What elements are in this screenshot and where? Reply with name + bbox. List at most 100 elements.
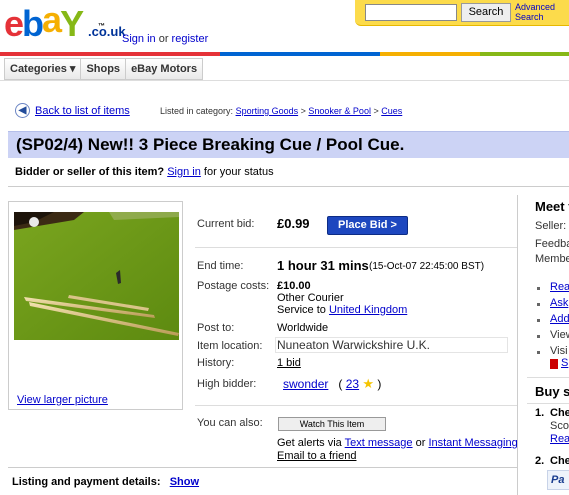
signin-link[interactable]: Sign in xyxy=(122,33,156,45)
feedback-score-link[interactable]: 23 xyxy=(346,377,359,391)
signin-area: Sign in or register xyxy=(122,33,208,45)
status-question: Bidder or seller of this item? xyxy=(15,166,165,178)
end-time-label: End time: xyxy=(197,260,244,272)
back-to-list-link[interactable]: Back to list of items xyxy=(35,105,130,117)
step1-text: Sco xyxy=(550,420,569,432)
history-label: History: xyxy=(197,357,235,369)
bullet xyxy=(537,351,540,354)
search-input[interactable] xyxy=(365,4,457,21)
bullet xyxy=(537,287,540,290)
logo-letter-y: Y xyxy=(60,3,84,44)
service-to: Service to United Kingdom xyxy=(277,304,407,316)
postage-label: Postage costs: xyxy=(197,280,270,292)
detail-divider xyxy=(195,405,517,406)
instant-messaging-link[interactable]: Instant Messaging xyxy=(428,437,517,449)
post-to-label: Post to: xyxy=(197,322,235,334)
service-to-label: Service to xyxy=(277,304,326,316)
feedback-close-paren: ) xyxy=(377,377,382,391)
alerts-line: Get alerts via Text message or Instant M… xyxy=(277,437,518,449)
breadcrumb-label: Listed in category: xyxy=(160,106,234,116)
postage-service: Other Courier xyxy=(277,292,344,304)
breadcrumb-separator: > xyxy=(300,106,306,116)
bid-history-link[interactable]: 1 bid xyxy=(277,357,301,369)
sidebar-link-ask[interactable]: Ask xyxy=(550,297,568,309)
high-bidder: swonder ( 23 ★ ) xyxy=(283,376,381,392)
title-bar: (SP02/4) New!! 3 Piece Breaking Cue / Po… xyxy=(8,131,569,158)
end-time-date: (15-Oct-07 22:45:00 BST) xyxy=(369,261,485,272)
star-icon: ★ xyxy=(362,376,375,391)
column-divider xyxy=(517,195,518,495)
alerts-or: or xyxy=(415,437,426,449)
item-photo[interactable] xyxy=(14,212,179,340)
high-bidder-label: High bidder: xyxy=(197,378,257,390)
store-link[interactable]: S xyxy=(561,357,568,369)
back-to-list[interactable]: ◀ Back to list of items xyxy=(15,103,130,118)
sidebar-text-view: View xyxy=(550,329,569,341)
tab-ebay-motors[interactable]: eBay Motors xyxy=(126,59,202,79)
status-suffix: for your status xyxy=(203,166,274,178)
search-box: Search Advanced Search xyxy=(355,0,569,26)
tab-categories[interactable]: Categories ▾ xyxy=(5,59,82,79)
pool-cue-photo xyxy=(14,212,179,340)
nav-divider xyxy=(0,80,569,81)
paypal-logo: Pa xyxy=(547,470,569,490)
advanced-search-line2: Search xyxy=(515,12,544,22)
end-time-value: 1 hour 31 mins xyxy=(277,258,369,273)
step2-heading: Che xyxy=(550,455,569,467)
feedback-open-paren: ( xyxy=(338,377,343,391)
email-friend-link[interactable]: Email to a friend xyxy=(277,450,356,462)
sidebar-divider xyxy=(527,403,569,404)
logo-letter-e: e xyxy=(4,3,24,44)
feedback-label: Feedba xyxy=(535,238,569,250)
member-label: Membe xyxy=(535,253,569,265)
sidebar-divider xyxy=(527,377,569,378)
status-signin-link[interactable]: Sign in xyxy=(167,166,201,178)
search-button[interactable]: Search xyxy=(461,3,511,22)
bullet xyxy=(537,335,540,338)
header: ebaY ™ .co.uk Sign in or register Search… xyxy=(0,0,569,55)
item-location-value: Nuneaton Warwickshire U.K. xyxy=(277,338,430,352)
listing-label: Listing and payment details: xyxy=(12,476,161,488)
sidebar-link-add[interactable]: Add xyxy=(550,313,569,325)
status-bar: Bidder or seller of this item? Sign in f… xyxy=(8,158,569,187)
breadcrumb-cues[interactable]: Cues xyxy=(381,106,402,116)
breadcrumb-separator: > xyxy=(373,106,379,116)
advanced-search-line1: Advanced xyxy=(515,2,556,12)
listing-show-link[interactable]: Show xyxy=(170,476,199,488)
view-larger-picture-link[interactable]: View larger picture xyxy=(17,394,108,406)
breadcrumb-sporting-goods[interactable]: Sporting Goods xyxy=(236,106,299,116)
logo-domain: .co.uk xyxy=(88,24,126,39)
current-bid-label: Current bid: xyxy=(197,218,255,230)
you-can-also-label: You can also: xyxy=(197,417,263,429)
service-country-link[interactable]: United Kingdom xyxy=(329,304,407,316)
tab-shops[interactable]: Shops xyxy=(81,59,127,79)
main-nav: Categories ▾ Shops eBay Motors xyxy=(4,58,204,80)
post-to-value: Worldwide xyxy=(277,322,329,334)
item-image-box xyxy=(8,201,183,410)
sidebar-link-read[interactable]: Rea xyxy=(550,281,569,293)
step1-link[interactable]: Rea xyxy=(550,433,569,445)
register-link[interactable]: register xyxy=(172,33,209,45)
bullet xyxy=(537,303,540,306)
current-bid-value: £0.99 xyxy=(277,216,310,231)
text-message-link[interactable]: Text message xyxy=(345,437,413,449)
advanced-search-link[interactable]: Advanced Search xyxy=(515,2,555,22)
detail-divider xyxy=(195,247,517,248)
step2-number: 2. xyxy=(535,455,545,467)
ebay-logo[interactable]: ebaY ™ xyxy=(4,2,105,46)
logo-letter-a: a xyxy=(42,0,62,40)
seller-sidebar: Meet t Seller: Feedba Membe Rea Ask Add … xyxy=(527,195,569,495)
place-bid-button[interactable]: Place Bid > xyxy=(327,216,408,235)
seller-label: Seller: xyxy=(535,220,567,232)
alerts-prefix: Get alerts via xyxy=(277,437,342,449)
color-bar xyxy=(0,52,569,56)
step1-number: 1. xyxy=(535,407,545,419)
buy-safely-heading: Buy s xyxy=(535,384,569,399)
listing-details-bar: Listing and payment details: Show xyxy=(8,467,518,495)
meet-seller-heading: Meet t xyxy=(535,199,569,214)
item-location-label: Item location: xyxy=(197,340,263,352)
breadcrumb-snooker-pool[interactable]: Snooker & Pool xyxy=(308,106,371,116)
item-title: (SP02/4) New!! 3 Piece Breaking Cue / Po… xyxy=(16,135,405,154)
watch-item-button[interactable]: Watch This Item xyxy=(278,417,386,431)
high-bidder-link[interactable]: swonder xyxy=(283,377,328,391)
